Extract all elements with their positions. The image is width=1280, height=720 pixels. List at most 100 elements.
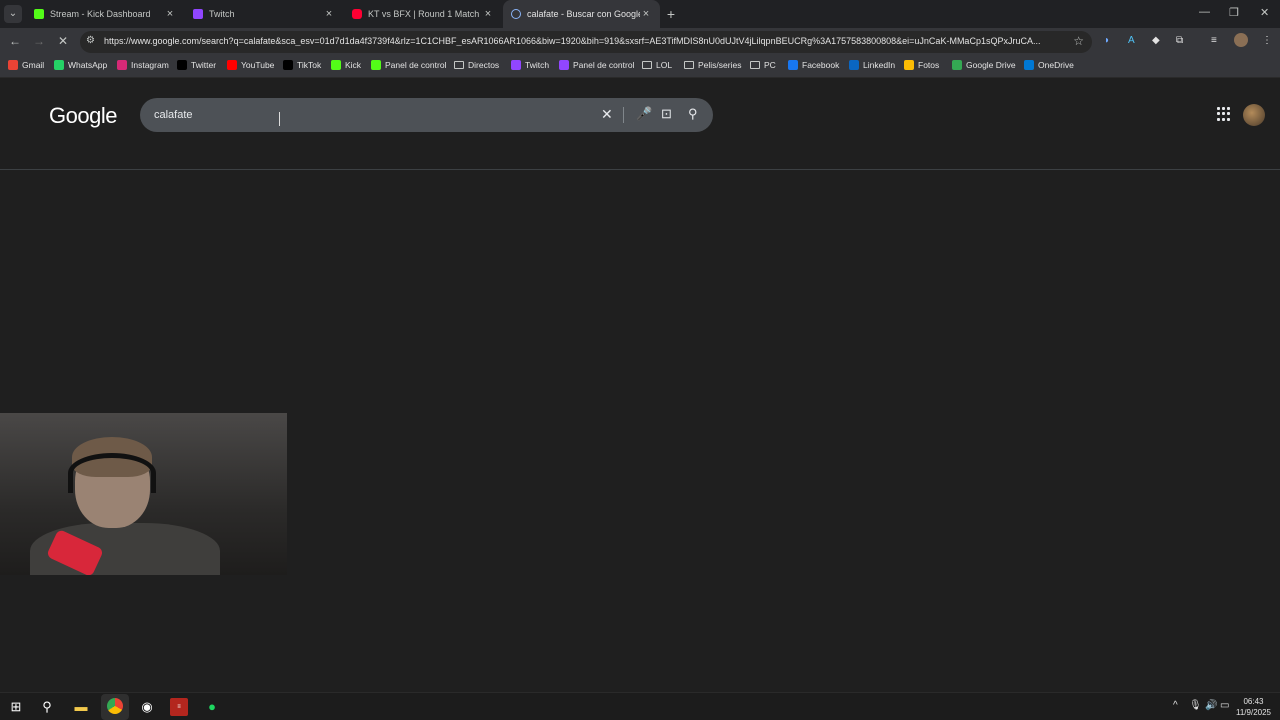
extension-icon[interactable]: ◗	[1104, 35, 1110, 46]
divider	[623, 107, 624, 123]
bookmark-item[interactable]: Facebook	[788, 60, 839, 70]
obs-icon[interactable]: ◉	[138, 698, 156, 716]
instagram-icon	[117, 60, 127, 70]
volume-icon[interactable]: 🔊	[1205, 700, 1217, 711]
translate-extension-icon[interactable]: A	[1128, 35, 1135, 46]
site-info-icon[interactable]: ⚙	[86, 35, 95, 46]
extensions-puzzle-icon[interactable]: ⧉	[1176, 35, 1183, 46]
account-avatar[interactable]	[1243, 104, 1265, 126]
bookmark-label: Gmail	[22, 60, 45, 70]
bookmark-label: LOL	[656, 60, 673, 70]
webcam-overlay	[0, 413, 287, 575]
network-icon[interactable]: ▭	[1220, 700, 1229, 711]
tray-chevron-icon[interactable]: ^	[1173, 700, 1178, 711]
bookmark-label: Twitch	[525, 60, 550, 70]
folder-icon	[684, 61, 694, 69]
photos-icon	[904, 60, 914, 70]
bookmark-item[interactable]: Kick	[331, 60, 361, 70]
bookmark-item[interactable]: Pelis/series	[684, 60, 741, 70]
bookmark-label: WhatsApp	[68, 60, 108, 70]
tray-mic-icon[interactable]: 🎙	[1189, 700, 1202, 711]
bookmark-label: Google Drive	[966, 60, 1016, 70]
youtube-icon	[352, 9, 362, 19]
restore-icon[interactable]: ❐	[1229, 6, 1239, 19]
bookmark-item[interactable]: OneDrive	[1024, 60, 1074, 70]
bookmark-label: Panel de control	[573, 60, 635, 70]
whatsapp-icon	[54, 60, 64, 70]
stop-loading-icon[interactable]: ✕	[56, 34, 70, 48]
lens-search-icon[interactable]: ⊡	[661, 106, 672, 122]
chrome-taskbar-button[interactable]	[101, 694, 129, 720]
bookmark-item[interactable]: LinkedIn	[849, 60, 895, 70]
bookmark-label: LinkedIn	[863, 60, 896, 70]
bookmark-item[interactable]: Twitter	[177, 60, 216, 70]
drive-icon	[952, 60, 962, 70]
bookmark-item[interactable]: Gmail	[8, 60, 44, 70]
bookmark-item[interactable]: Directos	[454, 60, 499, 70]
bookmark-item[interactable]: Panel de control	[559, 60, 634, 70]
bookmark-item[interactable]: Fotos	[904, 60, 939, 70]
bookmark-item[interactable]: TikTok	[283, 60, 321, 70]
windows-start-icon[interactable]: ⊞	[7, 698, 25, 716]
media-controls-icon[interactable]: ≡	[1211, 35, 1217, 46]
close-tab-icon[interactable]: ×	[164, 8, 176, 20]
search-box[interactable]: ✕ 🎤 ⊡ ⚲	[140, 98, 713, 132]
voice-search-icon[interactable]: 🎤	[636, 106, 652, 122]
kick-icon	[371, 60, 381, 70]
google-logo[interactable]: Google	[49, 103, 117, 129]
bookmark-item[interactable]: Google Drive	[952, 60, 1016, 70]
tab-kt-vs-bfx[interactable]: KT vs BFX | Round 1 Match 2 | W ×	[344, 0, 502, 28]
gmail-icon	[8, 60, 18, 70]
bookmark-label: Twitter	[191, 60, 217, 70]
system-clock[interactable]: 06:43 11/9/2025	[1236, 696, 1271, 718]
profile-avatar[interactable]	[1234, 33, 1248, 47]
search-input[interactable]	[154, 106, 594, 124]
bookmark-item[interactable]: YouTube	[227, 60, 274, 70]
bookmark-item[interactable]: PC	[750, 60, 776, 70]
bookmark-label: Fotos	[918, 60, 940, 70]
google-apps-icon[interactable]	[1217, 107, 1231, 121]
menu-kebab-icon[interactable]: ⋮	[1262, 35, 1272, 46]
sound-app-icon[interactable]: ≡	[170, 698, 188, 716]
bookmark-label: Facebook	[802, 60, 840, 70]
close-tab-icon[interactable]: ×	[482, 8, 494, 20]
clock-time: 06:43	[1243, 697, 1264, 706]
bookmark-item[interactable]: WhatsApp	[54, 60, 107, 70]
file-explorer-icon[interactable]: ▬	[72, 698, 90, 716]
close-tab-icon[interactable]: ×	[640, 8, 652, 20]
windows-taskbar: ⊞ ⚲ ▬ ◉ ≡ ● ^ 🎙 🔊 ▭ 06:43 11/9/2025	[0, 692, 1280, 720]
bookmark-label: OneDrive	[1038, 60, 1074, 70]
diamond-extension-icon[interactable]: ◆	[1152, 35, 1160, 46]
close-tab-icon[interactable]: ×	[323, 8, 335, 20]
tab-kick-dashboard[interactable]: Stream - Kick Dashboard ×	[26, 0, 184, 28]
bookmark-item[interactable]: Panel de control	[371, 60, 446, 70]
bookmark-label: TikTok	[297, 60, 322, 70]
back-icon[interactable]: ←	[8, 34, 22, 48]
bookmark-item[interactable]: Twitch	[511, 60, 549, 70]
kick-icon	[331, 60, 341, 70]
chrome-icon	[107, 698, 123, 714]
folder-icon	[750, 61, 760, 69]
forward-icon[interactable]: →	[32, 34, 46, 48]
search-icon[interactable]: ⚲	[38, 698, 56, 716]
tab-twitch[interactable]: Twitch ×	[185, 0, 343, 28]
close-window-icon[interactable]: ✕	[1260, 6, 1269, 19]
browser-toolbar: ← → ✕ ⚙ https://www.google.com/search?q=…	[0, 28, 1280, 56]
onedrive-icon	[1024, 60, 1034, 70]
bookmark-star-icon[interactable]: ☆	[1073, 34, 1084, 48]
clock-date: 11/9/2025	[1236, 708, 1271, 717]
search-icon[interactable]: ⚲	[688, 106, 698, 122]
clear-search-icon[interactable]: ✕	[601, 106, 613, 123]
kick-icon	[34, 9, 44, 19]
bookmark-label: YouTube	[241, 60, 275, 70]
tab-search-button[interactable]: ⌄	[4, 5, 22, 23]
address-bar[interactable]: ⚙ https://www.google.com/search?q=calafa…	[80, 31, 1092, 53]
bookmark-item[interactable]: LOL	[642, 60, 672, 70]
twitch-icon	[559, 60, 569, 70]
tab-google-search[interactable]: calafate - Buscar con Google ×	[503, 0, 660, 28]
bookmark-item[interactable]: Instagram	[117, 60, 169, 70]
spotify-icon[interactable]: ●	[203, 698, 221, 716]
minimize-icon[interactable]: —	[1199, 6, 1210, 18]
twitch-icon	[193, 9, 203, 19]
new-tab-button[interactable]: +	[664, 5, 678, 23]
